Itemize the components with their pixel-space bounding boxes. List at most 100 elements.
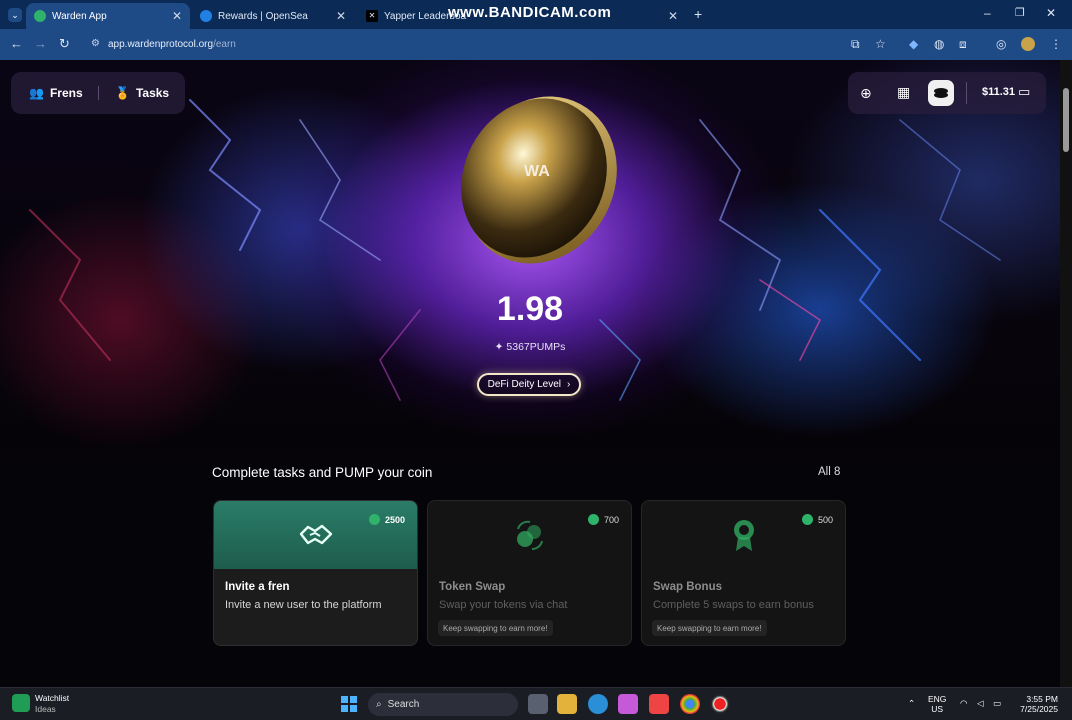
tab-warden-app[interactable]: Warden App ✕ xyxy=(26,3,190,29)
card-header: 500 xyxy=(642,501,845,569)
store-icon[interactable] xyxy=(649,694,669,714)
card-header: 2500 xyxy=(214,501,417,569)
reload-icon[interactable]: ↻ xyxy=(59,36,70,52)
extensions-puzzle-icon[interactable]: ⧈ xyxy=(959,37,967,52)
pump-coin-image: WA xyxy=(461,96,617,264)
new-tab-icon[interactable]: + xyxy=(694,6,702,22)
scrollbar-thumb[interactable] xyxy=(1063,88,1069,152)
bandicam-icon[interactable] xyxy=(710,694,730,714)
chrome-icon[interactable] xyxy=(680,694,700,714)
minimize-icon[interactable]: – xyxy=(984,6,991,20)
copilot-icon[interactable] xyxy=(618,694,638,714)
points-dot-icon xyxy=(368,514,380,525)
os-taskbar: Watchlist Ideas ⌕ Search ⌃ ENG US ◠ ◁ ▭ … xyxy=(0,687,1072,720)
warden-favicon-icon xyxy=(34,10,46,22)
wallet-balance[interactable]: $11.31 xyxy=(982,86,1015,98)
wifi-icon[interactable]: ◠ xyxy=(960,698,967,709)
task-card-token-swap[interactable]: 700 Token Swap Swap your tokens via chat… xyxy=(427,500,632,646)
card-header: 700 xyxy=(428,501,631,569)
points-badge: 500 xyxy=(801,514,833,525)
menu-kebab-icon[interactable]: ⋮ xyxy=(1050,37,1062,51)
tab-label: Rewards | OpenSea xyxy=(218,10,308,22)
nav-divider xyxy=(966,82,967,104)
profile-avatar[interactable] xyxy=(1021,37,1035,51)
level-label: DeFi Deity Level xyxy=(487,379,561,390)
site-info-icon[interactable]: ⚙ xyxy=(91,38,100,49)
tab-search-button[interactable]: ⌄ xyxy=(8,8,22,22)
award-ribbon-icon xyxy=(734,520,754,551)
x-favicon-icon: ✕ xyxy=(366,10,378,22)
clock[interactable]: 3:55 PM 7/25/2025 xyxy=(1012,694,1058,714)
windows-start-icon[interactable] xyxy=(340,695,358,713)
task-hint: Keep swapping to earn more! xyxy=(438,620,553,636)
points-badge: 2500 xyxy=(368,514,405,525)
nav-divider xyxy=(98,86,99,100)
task-card-swap-bonus[interactable]: 500 Swap Bonus Complete 5 swaps to earn … xyxy=(641,500,846,646)
points-badge: 700 xyxy=(587,514,619,525)
volume-icon[interactable]: ◁ xyxy=(977,698,984,709)
points-dot-icon xyxy=(801,514,813,525)
search-icon: ⌕ xyxy=(376,699,382,710)
url-path: /earn xyxy=(213,39,236,50)
chat-add-icon[interactable]: ⊕ xyxy=(860,85,872,102)
sparkle-icon: ✦ xyxy=(494,341,504,353)
task-hint: Keep swapping to earn more! xyxy=(652,620,767,636)
file-explorer-icon[interactable] xyxy=(557,694,577,714)
task-description: Invite a new user to the platform xyxy=(225,599,382,611)
widget-subtitle: Ideas xyxy=(35,704,56,714)
extension-globe-icon[interactable]: ◍ xyxy=(934,37,944,51)
task-card-invite[interactable]: 2500 Invite a fren Invite a new user to … xyxy=(213,500,418,646)
chevron-right-icon: › xyxy=(567,379,571,390)
restore-icon[interactable]: ❐ xyxy=(1015,6,1025,19)
earn-page: 👥 Frens 🏅 Tasks ⊕ ▦ $11.31 ▭ WA 1.98 ✦ 5… xyxy=(0,60,1060,687)
close-icon[interactable]: ✕ xyxy=(172,9,182,23)
close-window-icon[interactable]: ✕ xyxy=(1046,6,1056,20)
task-view-icon[interactable] xyxy=(528,694,548,714)
edge-icon[interactable] xyxy=(588,694,608,714)
battery-icon[interactable]: ▭ xyxy=(993,698,1001,709)
browser-tab-bar: ⌄ Warden App ✕ Rewards | OpenSea ✕ ✕ Yap… xyxy=(0,0,1072,29)
address-bar[interactable]: ⚙ app.wardenprotocol.org/earn xyxy=(88,34,898,55)
extension-shield-icon[interactable]: ◆ xyxy=(909,37,918,51)
watchlist-widget-icon[interactable] xyxy=(12,694,30,712)
task-title: Swap Bonus xyxy=(653,581,723,593)
coin-stack-icon xyxy=(934,88,948,98)
widget-title: Watchlist xyxy=(35,693,70,703)
widgets-button[interactable]: Watchlist Ideas xyxy=(35,693,69,715)
tasks-button[interactable]: 🏅 Tasks xyxy=(115,86,169,100)
wallet-icon[interactable]: ▭ xyxy=(1018,84,1030,100)
close-icon[interactable]: ✕ xyxy=(668,9,678,23)
handshake-icon xyxy=(299,524,333,545)
opensea-favicon-icon xyxy=(200,10,212,22)
bookmark-star-icon[interactable]: ☆ xyxy=(875,37,886,51)
browser-toolbar: ← → ↻ ⚙ app.wardenprotocol.org/earn ⧉ ☆ … xyxy=(0,29,1072,60)
top-right-nav: ⊕ ▦ $11.31 ▭ xyxy=(848,72,1046,114)
profile-sync-icon[interactable]: ◎ xyxy=(996,37,1006,51)
coin-logo-text: WA xyxy=(524,163,550,180)
medal-icon: 🏅 xyxy=(115,86,130,100)
task-description: Complete 5 swaps to earn bonus xyxy=(653,599,814,611)
cast-icon[interactable]: ⧉ xyxy=(851,37,860,52)
all-tasks-link[interactable]: All 8 xyxy=(818,466,840,478)
coin-stack-button[interactable] xyxy=(928,80,954,106)
frens-button[interactable]: 👥 Frens xyxy=(29,86,83,100)
tray-chevron-up-icon[interactable]: ⌃ xyxy=(908,698,915,709)
pumps-count: ✦ 5367PUMPs xyxy=(430,341,630,353)
level-button[interactable]: DeFi Deity Level › xyxy=(477,373,581,396)
forward-icon[interactable]: → xyxy=(34,36,47,51)
close-icon[interactable]: ✕ xyxy=(336,9,346,23)
task-description: Swap your tokens via chat xyxy=(439,599,568,611)
tab-opensea[interactable]: Rewards | OpenSea ✕ xyxy=(192,3,354,29)
language-indicator[interactable]: ENG US xyxy=(928,694,946,714)
frens-label: Frens xyxy=(49,86,83,100)
url-host: app.wardenprotocol.org xyxy=(108,39,214,50)
page-scrollbar[interactable] xyxy=(1060,60,1072,687)
search-label: Search xyxy=(387,699,420,710)
back-icon[interactable]: ← xyxy=(10,36,23,51)
apps-grid-icon[interactable]: ▦ xyxy=(897,84,910,101)
recording-watermark: www.BANDICAM.com xyxy=(448,4,612,21)
taskbar-search[interactable]: ⌕ Search xyxy=(368,693,518,716)
coin-balance: 1.98 xyxy=(496,290,564,328)
people-icon: 👥 xyxy=(29,86,44,100)
top-left-nav: 👥 Frens 🏅 Tasks xyxy=(11,72,185,114)
